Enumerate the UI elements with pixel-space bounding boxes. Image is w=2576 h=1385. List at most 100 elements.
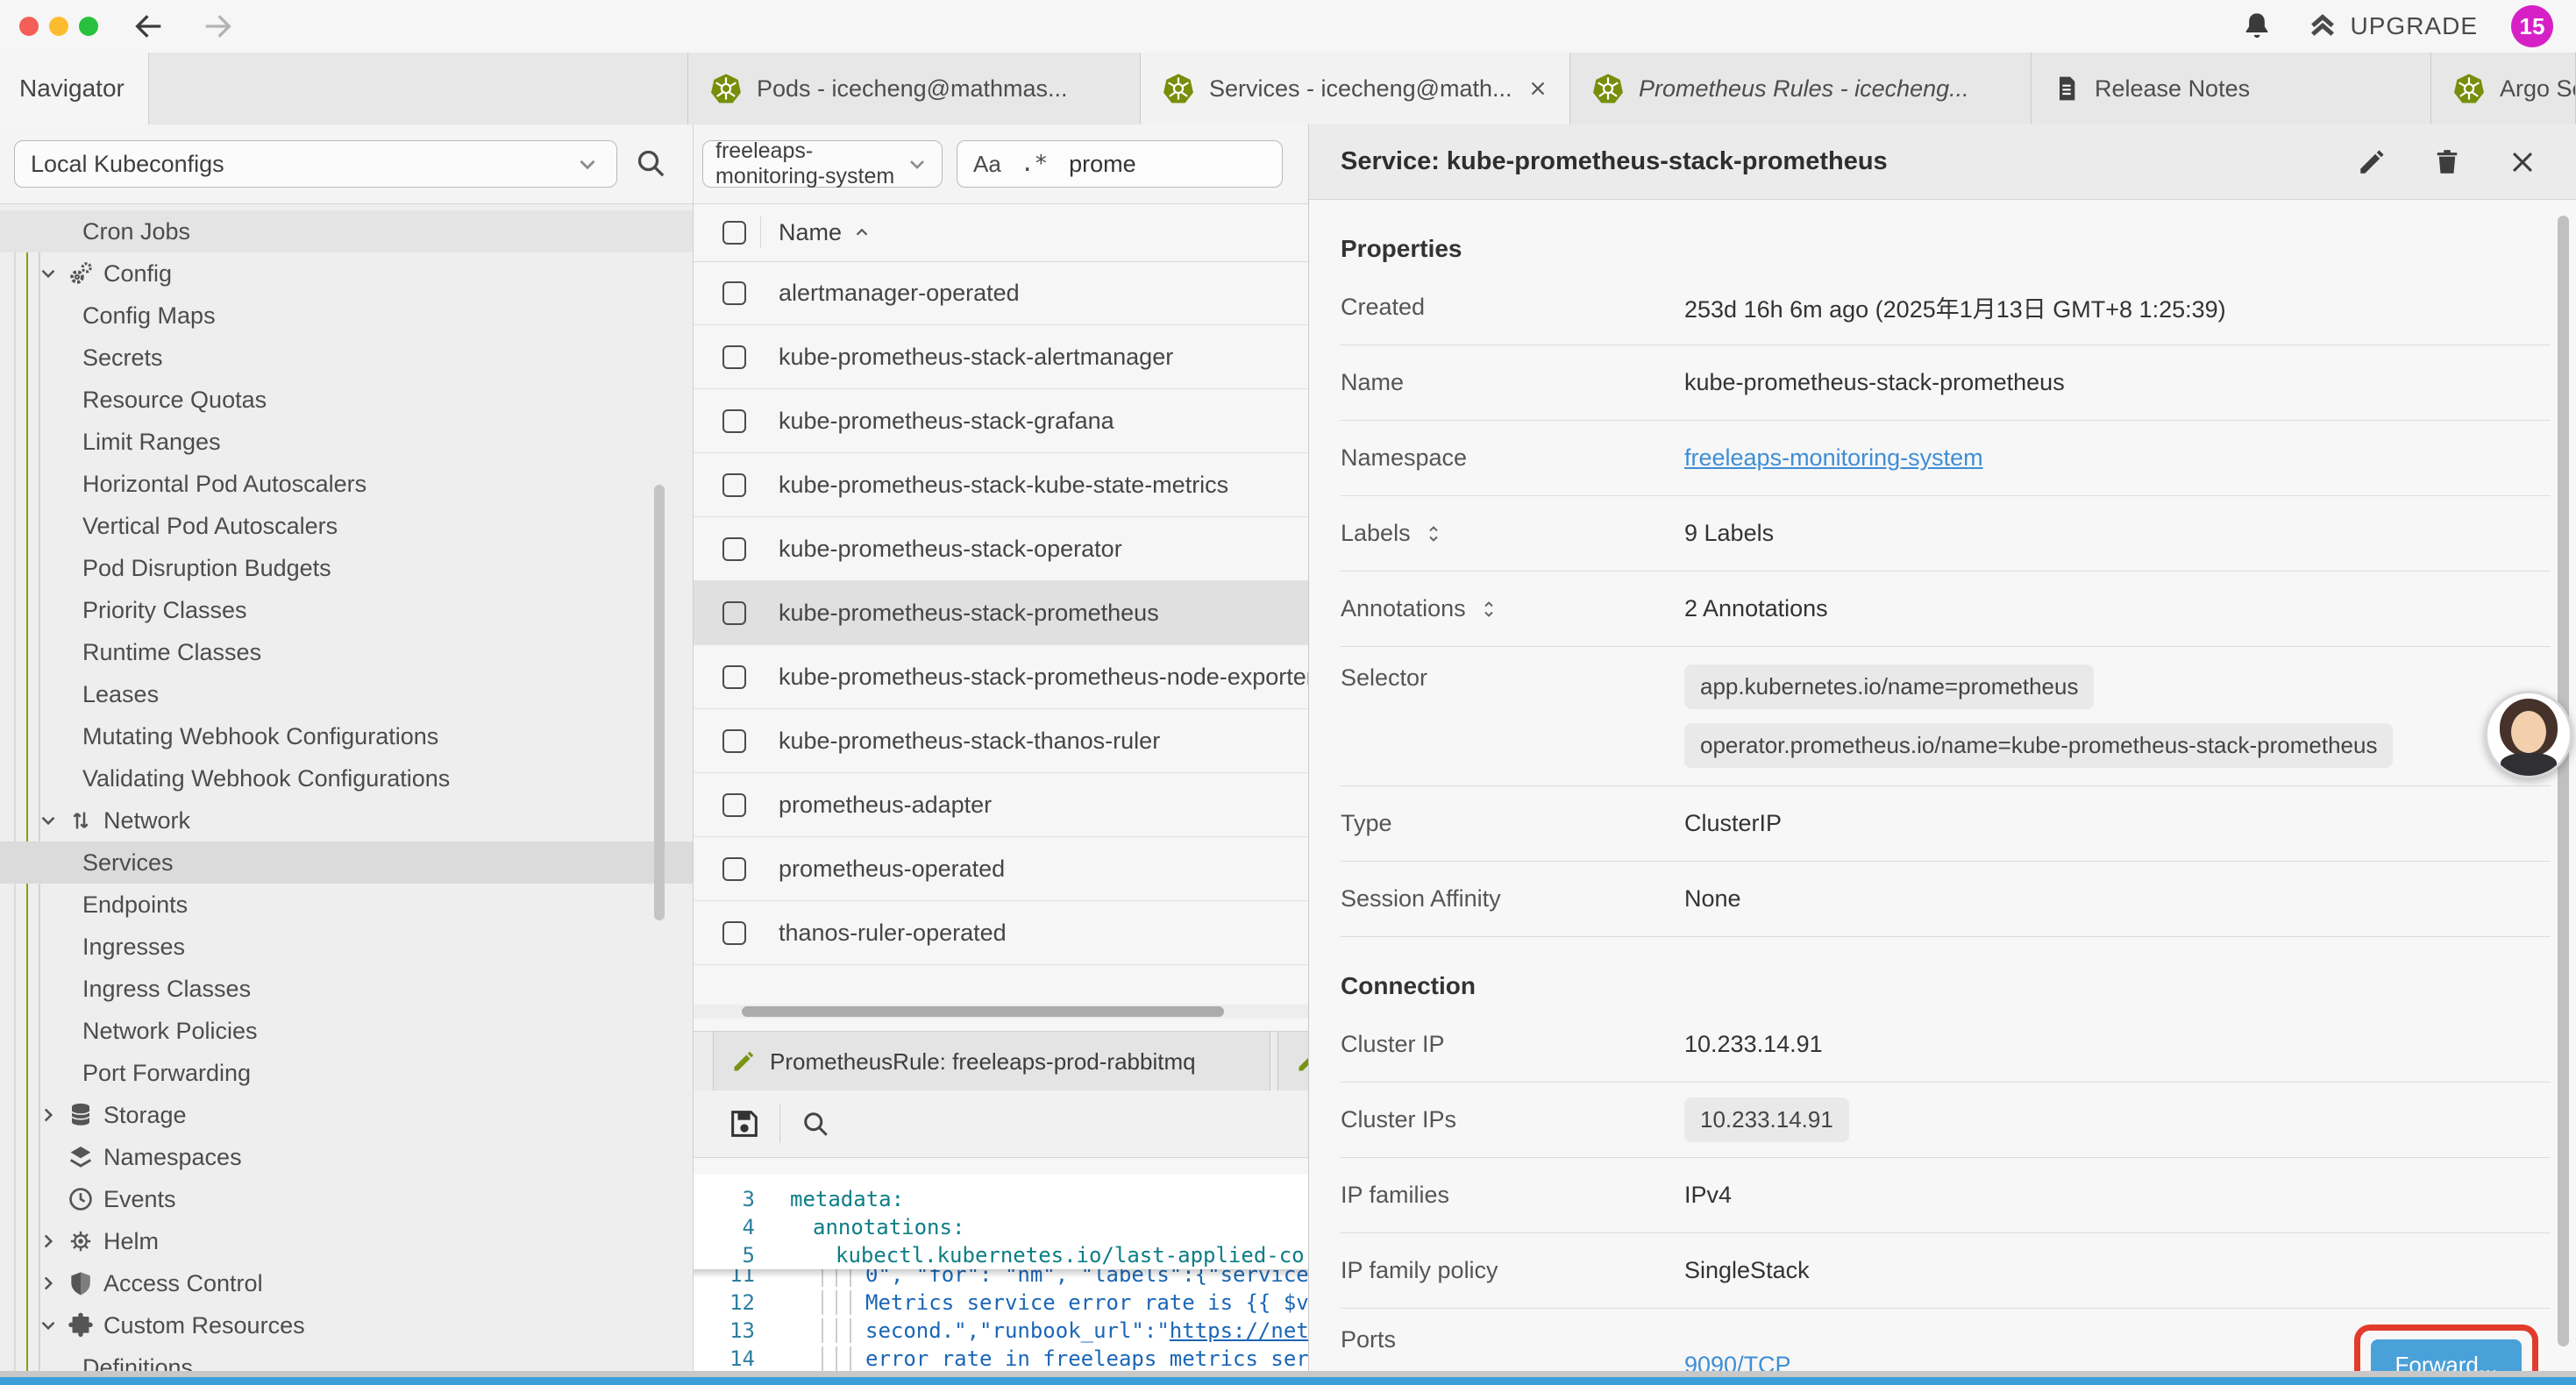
- editor-search-icon[interactable]: [800, 1108, 831, 1140]
- tree-chevron-cell[interactable]: [37, 1104, 67, 1126]
- namespace-select[interactable]: freeleaps-monitoring-system: [702, 140, 943, 188]
- sidebar-item-ingresses[interactable]: Ingresses: [0, 926, 693, 968]
- sidebar-item-horizontal-pod-autoscalers[interactable]: Horizontal Pod Autoscalers: [0, 463, 693, 505]
- name-filter-box[interactable]: Aa .*: [957, 140, 1283, 188]
- table-row-prometheus-operated[interactable]: prometheus-operated: [694, 837, 1308, 901]
- tree-icon-cell: [67, 806, 103, 835]
- kubeconfig-select[interactable]: Local Kubeconfigs: [14, 140, 617, 188]
- table-row-kube-prometheus-stack-kube-state-metrics[interactable]: kube-prometheus-stack-kube-state-metrics: [694, 453, 1308, 517]
- name-column-header[interactable]: Name: [779, 219, 842, 246]
- sidebar-scrollbar[interactable]: [654, 485, 665, 920]
- sidebar-item-priority-classes[interactable]: Priority Classes: [0, 589, 693, 631]
- sidebar-item-config[interactable]: Config: [0, 252, 693, 295]
- row-checkbox[interactable]: [722, 729, 746, 753]
- table-row-kube-prometheus-stack-grafana[interactable]: kube-prometheus-stack-grafana: [694, 389, 1308, 453]
- match-case-toggle[interactable]: Aa: [973, 151, 1001, 178]
- yaml-editor[interactable]: 3metadata:4annotations:5kubectl.kubernet…: [694, 1175, 1308, 1373]
- navigator-panel-tab[interactable]: Navigator: [0, 53, 149, 124]
- table-row-kube-prometheus-stack-alertmanager[interactable]: kube-prometheus-stack-alertmanager: [694, 325, 1308, 389]
- sidebar-item-validating-webhook-configurations[interactable]: Validating Webhook Configurations: [0, 757, 693, 799]
- sidebar-item-pod-disruption-budgets[interactable]: Pod Disruption Budgets: [0, 547, 693, 589]
- sort-toggle-icon[interactable]: [1423, 523, 1444, 544]
- property-row-labels: Labels9 Labels: [1341, 496, 2551, 572]
- sidebar-item-network-policies[interactable]: Network Policies: [0, 1010, 693, 1052]
- row-checkbox[interactable]: [722, 857, 746, 881]
- back-icon[interactable]: [132, 9, 167, 44]
- editor-tab-prometheusrule[interactable]: PrometheusRule: freeleaps-prod-rabbitmq: [713, 1032, 1270, 1091]
- row-checkbox[interactable]: [722, 345, 746, 369]
- close-window-button[interactable]: [19, 17, 39, 36]
- edit-pencil-icon[interactable]: [2357, 147, 2387, 177]
- tree-chevron-cell[interactable]: [37, 1272, 67, 1295]
- sidebar-item-resource-quotas[interactable]: Resource Quotas: [0, 379, 693, 421]
- row-checkbox[interactable]: [722, 281, 746, 305]
- close-tab-icon[interactable]: [1526, 77, 1549, 100]
- sidebar-item-secrets[interactable]: Secrets: [0, 337, 693, 379]
- row-checkbox[interactable]: [722, 921, 746, 945]
- sidebar-item-endpoints[interactable]: Endpoints: [0, 884, 693, 926]
- table-row-kube-prometheus-stack-thanos-ruler[interactable]: kube-prometheus-stack-thanos-ruler: [694, 709, 1308, 773]
- tab-pods-icecheng-mathmas[interactable]: Pods - icecheng@mathmas...: [687, 53, 1140, 124]
- tree-chevron-cell[interactable]: [37, 262, 67, 285]
- tree-chevron-cell[interactable]: [37, 1230, 67, 1253]
- sidebar-item-vertical-pod-autoscalers[interactable]: Vertical Pod Autoscalers: [0, 505, 693, 547]
- row-checkbox[interactable]: [722, 537, 746, 561]
- sidebar-item-storage[interactable]: Storage: [0, 1094, 693, 1136]
- table-row-thanos-ruler-operated[interactable]: thanos-ruler-operated: [694, 901, 1308, 965]
- row-checkbox[interactable]: [722, 601, 746, 625]
- sort-toggle-icon[interactable]: [1478, 599, 1499, 620]
- sidebar-item-access-control[interactable]: Access Control: [0, 1262, 693, 1304]
- tab-prometheus-rules-icecheng[interactable]: Prometheus Rules - icecheng...: [1569, 53, 2031, 124]
- sidebar-item-services[interactable]: Services: [0, 842, 693, 884]
- tree-chevron-cell[interactable]: [37, 1314, 67, 1337]
- editor-tab-partial[interactable]: [1277, 1032, 1308, 1091]
- sidebar-item-events[interactable]: Events: [0, 1178, 693, 1220]
- tab-argo-se[interactable]: Argo Se: [2430, 53, 2576, 124]
- tab-services-icecheng-math[interactable]: Services - icecheng@math...: [1140, 53, 1569, 124]
- sort-ascending-icon[interactable]: [852, 223, 872, 242]
- save-icon[interactable]: [727, 1106, 762, 1141]
- sidebar-item-mutating-webhook-configurations[interactable]: Mutating Webhook Configurations: [0, 715, 693, 757]
- table-row-kube-prometheus-stack-prometheus[interactable]: kube-prometheus-stack-prometheus: [694, 581, 1308, 645]
- row-checkbox[interactable]: [722, 473, 746, 497]
- delete-trash-icon[interactable]: [2432, 147, 2462, 177]
- scrollbar-thumb[interactable]: [742, 1006, 1224, 1017]
- notifications-bell-icon[interactable]: [2240, 10, 2274, 43]
- search-icon[interactable]: [633, 146, 668, 181]
- toolbar-divider: [779, 1104, 780, 1143]
- sidebar-item-runtime-classes[interactable]: Runtime Classes: [0, 631, 693, 673]
- notification-count-badge[interactable]: 15: [2511, 5, 2553, 47]
- filter-input[interactable]: [1067, 150, 1211, 179]
- sidebar-item-custom-resources[interactable]: Custom Resources: [0, 1304, 693, 1346]
- namespace-link[interactable]: freeleaps-monitoring-system: [1684, 444, 1983, 471]
- table-row-kube-prometheus-stack-prometheus-node-exporter[interactable]: kube-prometheus-stack-prometheus-node-ex…: [694, 645, 1308, 709]
- user-avatar[interactable]: [2485, 691, 2572, 778]
- sidebar-item-leases[interactable]: Leases: [0, 673, 693, 715]
- minimize-window-button[interactable]: [49, 17, 68, 36]
- tree-chevron-cell[interactable]: [37, 809, 67, 832]
- select-all-checkbox[interactable]: [722, 221, 746, 245]
- row-checkbox[interactable]: [722, 665, 746, 689]
- sidebar-item-limit-ranges[interactable]: Limit Ranges: [0, 421, 693, 463]
- table-row-prometheus-adapter[interactable]: prometheus-adapter: [694, 773, 1308, 837]
- regex-toggle[interactable]: .*: [1021, 151, 1048, 177]
- tab-release-notes[interactable]: Release Notes: [2031, 53, 2430, 124]
- sidebar-item-namespaces[interactable]: Namespaces: [0, 1136, 693, 1178]
- maximize-window-button[interactable]: [79, 17, 98, 36]
- sidebar-item-ingress-classes[interactable]: Ingress Classes: [0, 968, 693, 1010]
- table-row-alertmanager-operated[interactable]: alertmanager-operated: [694, 261, 1308, 325]
- sidebar-item-network[interactable]: Network: [0, 799, 693, 842]
- forward-icon[interactable]: [200, 9, 235, 44]
- row-checkbox[interactable]: [722, 793, 746, 817]
- table-row-kube-prometheus-stack-operator[interactable]: kube-prometheus-stack-operator: [694, 517, 1308, 581]
- close-icon[interactable]: [2508, 147, 2537, 177]
- sidebar-item-helm[interactable]: Helm: [0, 1220, 693, 1262]
- window-bottom-divider: [0, 1371, 2576, 1377]
- sidebar-item-config-maps[interactable]: Config Maps: [0, 295, 693, 337]
- row-checkbox[interactable]: [722, 409, 746, 433]
- sidebar-item-port-forwarding[interactable]: Port Forwarding: [0, 1052, 693, 1094]
- sidebar-item-cron-jobs[interactable]: Cron Jobs: [0, 210, 693, 252]
- upgrade-button[interactable]: UPGRADE: [2307, 11, 2478, 42]
- table-horizontal-scrollbar[interactable]: [694, 1005, 1308, 1019]
- detail-scrollbar[interactable]: [2558, 216, 2569, 1346]
